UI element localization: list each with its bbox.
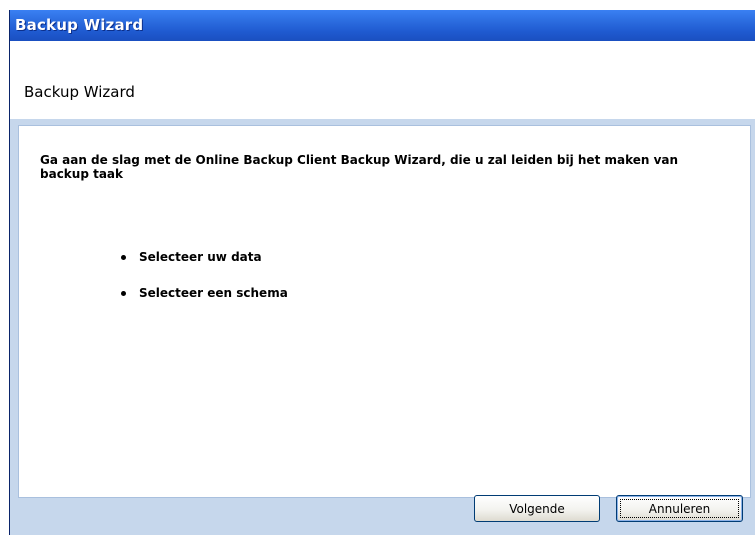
wizard-content-panel: Ga aan de slag met de Online Backup Clie… xyxy=(18,125,751,498)
next-button[interactable]: Volgende xyxy=(474,495,600,522)
next-button-label: Volgende xyxy=(509,501,565,516)
bullet-icon xyxy=(121,255,126,260)
cancel-button[interactable]: Annuleren xyxy=(616,495,743,522)
bullet-icon xyxy=(121,291,126,296)
wizard-header: Backup Wizard xyxy=(10,41,755,119)
wizard-frame: Ga aan de slag met de Online Backup Clie… xyxy=(10,119,755,535)
window-title: Backup Wizard xyxy=(15,16,144,34)
step-label-schedule: Selecteer een schema xyxy=(139,286,288,300)
step-label-data: Selecteer uw data xyxy=(139,250,262,264)
title-bar[interactable]: Backup Wizard xyxy=(10,10,755,41)
intro-text: Ga aan de slag met de Online Backup Clie… xyxy=(40,153,679,181)
wizard-window: Backup Wizard Backup Wizard Ga aan de sl… xyxy=(9,10,755,535)
header-title: Backup Wizard xyxy=(24,83,135,101)
cancel-button-label: Annuleren xyxy=(648,501,711,516)
